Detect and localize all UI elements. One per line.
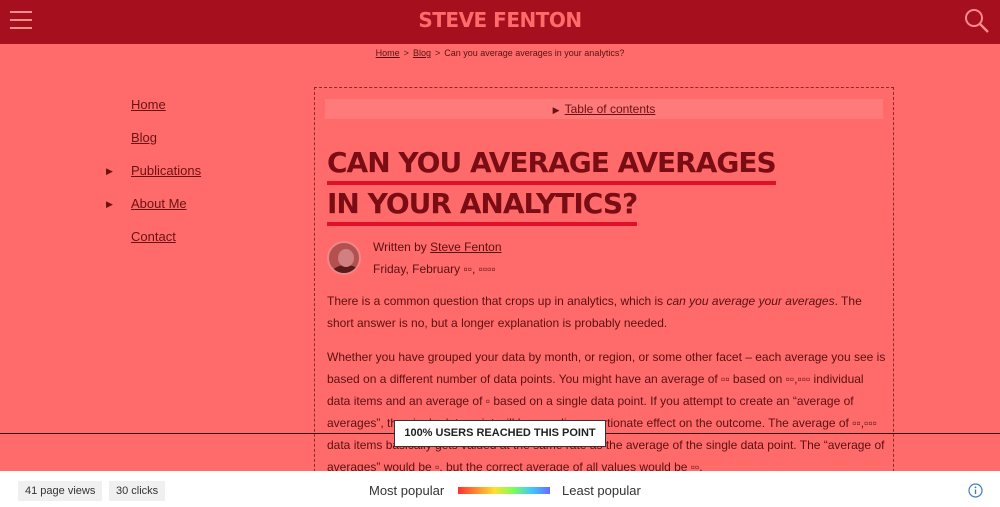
- breadcrumb-home[interactable]: Home: [376, 48, 400, 58]
- nav-item-publications: ▶ Publications: [100, 160, 300, 193]
- nav-item-home: Home: [100, 94, 300, 127]
- breadcrumb-blog[interactable]: Blog: [413, 48, 431, 58]
- expand-arrow-icon[interactable]: ▶: [106, 166, 113, 177]
- publish-date: Friday, February ▫▫, ▫▫▫▫: [373, 262, 496, 276]
- paragraph-text: There is a common question that crops up…: [327, 294, 667, 308]
- toc-expand-icon: ▶: [552, 105, 560, 115]
- written-by: Written by Steve Fenton: [373, 240, 502, 254]
- heatmap-toolbar: 41 page views 30 clicks Most popular Lea…: [0, 471, 1000, 507]
- breadcrumb: Home > Blog > Can you average averages in yo…: [0, 48, 1000, 58]
- info-icon[interactable]: [968, 483, 983, 498]
- nav-link-contact[interactable]: Contact: [131, 229, 176, 244]
- top-bar: STEVE FENTON: [0, 0, 1000, 44]
- nav-item-contact: Contact: [100, 226, 300, 259]
- paragraph: Whether you have grouped your data by mo…: [327, 350, 886, 474]
- nav-link-publications[interactable]: Publications: [131, 163, 201, 178]
- nav-link-blog[interactable]: Blog: [131, 130, 157, 145]
- search-icon[interactable]: [964, 8, 990, 34]
- clicks-badge: 30 clicks: [109, 481, 166, 501]
- page-views-badge: 41 page views: [18, 481, 103, 501]
- legend-most-popular: Most popular: [369, 483, 445, 498]
- toc-link[interactable]: Table of contents: [565, 102, 656, 116]
- author-link[interactable]: Steve Fenton: [430, 240, 501, 254]
- expand-arrow-icon[interactable]: ▶: [106, 199, 113, 210]
- article-title: CAN YOU AVERAGE AVERAGES IN YOUR ANALYTI…: [327, 144, 777, 226]
- title-line-2: IN YOUR ANALYTICS?: [327, 185, 638, 226]
- nav-link-home[interactable]: Home: [131, 97, 166, 112]
- paragraph: There is a common question that crops up…: [327, 290, 887, 334]
- nav-link-about-me[interactable]: About Me: [131, 196, 187, 211]
- side-navigation: Home Blog ▶ Publications ▶ About Me Cont…: [100, 94, 300, 259]
- article-body: There is a common question that crops up…: [327, 290, 887, 486]
- avatar: [327, 241, 361, 275]
- title-line-1: CAN YOU AVERAGE AVERAGES: [327, 144, 777, 185]
- written-by-label: Written by: [373, 240, 427, 254]
- breadcrumb-separator: >: [403, 48, 409, 58]
- paragraph-emphasis: can you average your averages: [666, 294, 835, 308]
- breadcrumb-separator: >: [434, 48, 441, 58]
- table-of-contents[interactable]: ▶ Table of contents: [325, 99, 883, 119]
- site-brand[interactable]: STEVE FENTON: [0, 8, 1000, 32]
- nav-item-blog: Blog: [100, 127, 300, 160]
- legend-least-popular: Least popular: [562, 483, 641, 498]
- scroll-reach-label: 100% USERS REACHED THIS POINT: [394, 420, 606, 447]
- nav-item-about-me: ▶ About Me: [100, 193, 300, 226]
- breadcrumb-current: Can you average averages in your analyti…: [444, 48, 625, 58]
- popularity-gradient: [458, 487, 550, 494]
- author-block: Written by Steve Fenton Friday, February…: [327, 238, 887, 282]
